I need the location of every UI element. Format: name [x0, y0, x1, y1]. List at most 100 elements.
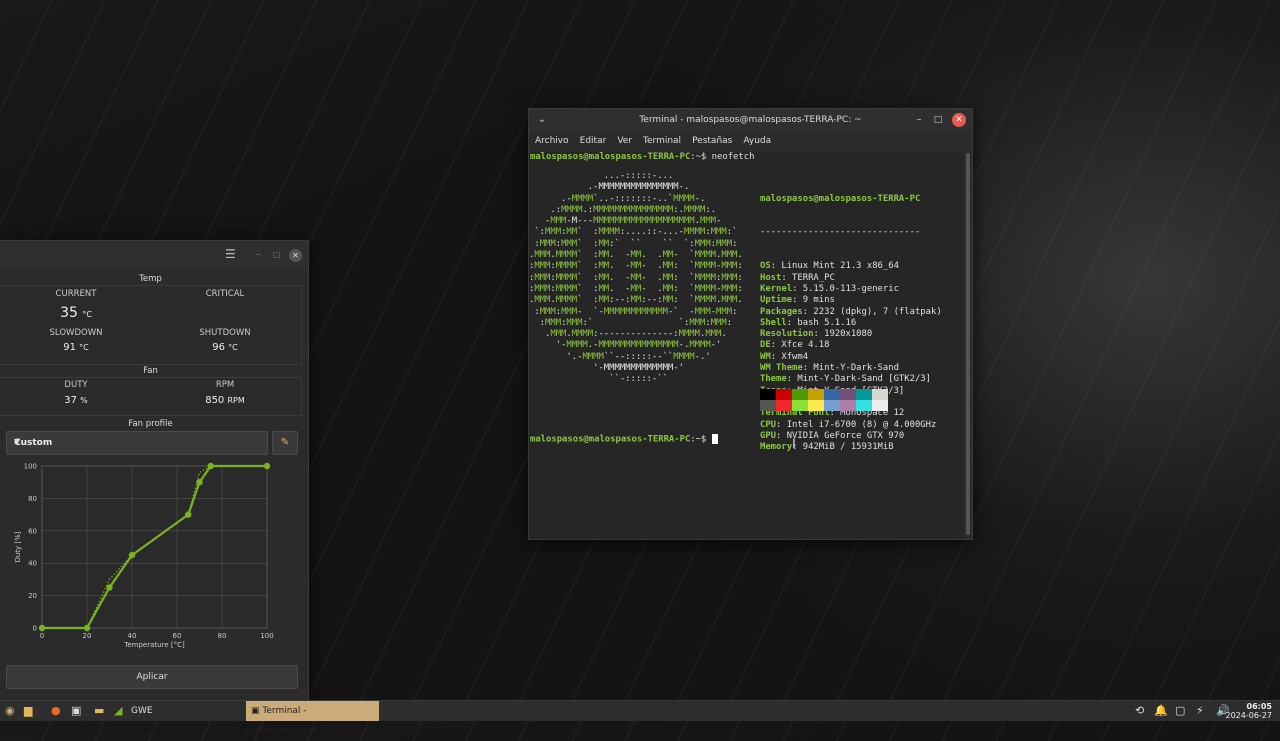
ascii-line: .MMM.MMMM:--------------:MMMM.MMM.	[529, 329, 727, 340]
color-swatch	[824, 400, 840, 411]
info-key: Resolution	[760, 329, 814, 340]
ascii-line: .-MMMM`..-:::::::-..`MMMM-.	[529, 193, 706, 204]
terminal-window[interactable]: ⌄ Terminal - malospasos@malospasos-TERRA…	[528, 108, 973, 540]
terminal-launcher-icon[interactable]: ▣	[71, 704, 81, 718]
close-icon[interactable]: ✕	[289, 249, 302, 262]
ascii-line: .:MMMM.:MMMMMMMMMMMMMMM:.MMMM:.	[529, 204, 717, 215]
mint-menu-icon[interactable]: ◉	[5, 704, 15, 718]
terminal-title: Terminal - malospasos@malospasos-TERRA-P…	[639, 115, 862, 125]
firefox-icon[interactable]: ●	[51, 704, 61, 718]
prompt-line-2: malospasos@malospasos-TERRA-PC:~$	[530, 434, 718, 446]
color-swatch	[840, 400, 856, 411]
gwe-task-icon[interactable]: ◢	[114, 704, 122, 718]
ascii-line: '.-MMMM``--:::::--``MMMM-.'	[529, 351, 711, 362]
x-tick-label: 80	[218, 632, 227, 640]
hamburger-menu-icon[interactable]: ☰	[225, 247, 236, 261]
power-icon[interactable]: ⚡	[1196, 704, 1204, 718]
fan-section-title: Fan	[143, 366, 158, 376]
edit-icon: ✎	[280, 437, 290, 448]
terminal-scrollbar[interactable]	[966, 153, 970, 535]
prompt-user: malospasos@malospasos-TERRA-PC	[530, 152, 691, 162]
terminal-task-icon: ▣	[251, 706, 260, 716]
ascii-line: '-MMMM.-MMMMMMMMMMMMMMM-.MMMM-'	[529, 340, 722, 351]
ascii-line: .MMM.MMMM` :MM:--:MM:--:MM: `MMMM.MMM.	[529, 295, 743, 306]
software-manager-tray-icon[interactable]: ⟲	[1135, 704, 1144, 718]
minimize-icon[interactable]: –	[256, 249, 261, 260]
menu-pestanas[interactable]: Pestañas	[692, 136, 732, 146]
menu-archivo[interactable]: Archivo	[535, 136, 569, 146]
x-tick-label: 60	[173, 632, 182, 640]
clock[interactable]: 06:05 2024-06-27	[1226, 702, 1273, 720]
close-icon[interactable]: ✕	[952, 113, 966, 127]
color-swatch	[856, 389, 872, 400]
prompt-suffix: :~$	[690, 152, 707, 162]
edit-profile-button[interactable]: ✎	[272, 431, 298, 455]
color-swatches	[760, 389, 888, 411]
files-icon[interactable]: ▬	[94, 704, 104, 718]
info-value: : Xfwm4	[770, 351, 809, 362]
apply-button[interactable]: Aplicar	[6, 665, 298, 689]
menu-ver[interactable]: Ver	[617, 136, 632, 146]
y-tick-label: 20	[28, 592, 37, 600]
x-tick-label: 100	[260, 632, 273, 640]
maximize-icon[interactable]: □	[931, 113, 945, 127]
y-axis-label: Duty [%]	[14, 531, 22, 562]
ascii-line: :MMM:MMMM` :MM. -MM- .MM: `MMMM-MMM:	[529, 283, 743, 294]
ibeam-cursor-icon: Ⅰ	[792, 437, 796, 452]
x-axis-label: Temperature [°C]	[123, 641, 185, 649]
fan-curve-chart[interactable]: 0 20 40 60 80 100 0 20 40 60 80 100 Temperature [°C]…	[0, 456, 300, 661]
prompt-command: neofetch	[711, 152, 755, 162]
ascii-line: :MMM:MMMM` :MM. -MM- .MM: `MMMM:MMM:	[529, 272, 743, 283]
color-swatch	[872, 389, 888, 400]
menu-ayuda[interactable]: Ayuda	[743, 136, 771, 146]
gwe-window[interactable]: ☰ – □ ✕ Temp CURRENT CRITICAL 35 °C SLOW…	[0, 240, 309, 702]
current-temp-value: 35 °C	[60, 305, 92, 321]
shutdown-value: 96 °C	[212, 342, 238, 353]
color-swatch	[824, 389, 840, 400]
neofetch-info: malospasos@malospasos-TERRA-PC ---------…	[760, 171, 942, 453]
gwe-task-label[interactable]: GWE	[131, 704, 153, 718]
ascii-line: :MMM:MMM- `-MMMMMMMMMMMM-` -MMM-MMM:	[529, 306, 738, 317]
info-key: WM Theme	[760, 363, 803, 374]
terminal-titlebar[interactable]: ⌄ Terminal - malospasos@malospasos-TERRA…	[529, 109, 972, 131]
text-cursor	[711, 434, 718, 444]
info-value: : Linux Mint 21.3 x86_64	[770, 261, 899, 272]
fan-profile-select[interactable]: Custom ▼	[6, 431, 268, 455]
temp-panel: CURRENT CRITICAL 35 °C SLOWDOWN SHUTDOWN…	[0, 285, 302, 365]
terminal-output[interactable]: malospasos@malospasos-TERRA-PC:~$ neofet…	[529, 151, 964, 539]
info-line: DE: Xfce 4.18	[760, 340, 942, 351]
terminal-task-button[interactable]: ▣ Terminal - malospasos@m...	[246, 701, 379, 736]
duty-value: 37 %	[64, 395, 88, 406]
clock-time: 06:05	[1246, 702, 1272, 711]
show-desktop-icon[interactable]: ▆	[24, 704, 32, 718]
info-key: Memory	[760, 442, 793, 453]
shutdown-label: SHUTDOWN	[199, 328, 251, 338]
minimize-icon[interactable]: –	[912, 113, 926, 127]
ascii-line: :MMM:MMM` :MM:` `` `` `:MMM:MMM:	[529, 238, 738, 249]
fan-profile-title: Fan profile	[128, 419, 173, 429]
info-line: Uptime: 9 mins	[760, 295, 942, 306]
menu-editar[interactable]: Editar	[580, 136, 607, 146]
critical-temp-label: CRITICAL	[205, 289, 245, 299]
info-key: CPU	[760, 419, 777, 430]
info-line: OS: Linux Mint 21.3 x86_64	[760, 261, 942, 272]
x-tick-label: 40	[128, 632, 137, 640]
info-line: Memory: 942MiB / 15931MiB	[760, 442, 942, 453]
info-key: Uptime	[760, 295, 793, 306]
menu-terminal[interactable]: Terminal	[643, 136, 681, 146]
info-value: : Xfce 4.18	[770, 340, 830, 351]
color-swatch	[776, 400, 792, 411]
rpm-value: 850 RPM	[205, 395, 245, 406]
ascii-line: :MMM:MMMM` :MM. -MM- .MM: `MMMM-MMM:	[529, 261, 743, 272]
info-value: : bash 5.1.16	[786, 317, 857, 328]
info-key: DE	[760, 340, 771, 351]
info-line: Host: TERRA_PC	[760, 273, 942, 284]
notifications-icon[interactable]: 🔔	[1154, 704, 1168, 718]
info-key: Theme	[760, 374, 787, 385]
prompt-line-1: malospasos@malospasos-TERRA-PC:~$ neofet…	[530, 152, 754, 163]
info-line: Resolution: 1920x1080	[760, 329, 942, 340]
info-value: : 9 mins	[792, 295, 835, 306]
maximize-icon[interactable]: □	[273, 250, 281, 259]
gwe-titlebar[interactable]: ☰ – □ ✕	[0, 241, 308, 269]
clipboard-icon[interactable]: ▢	[1175, 704, 1185, 718]
